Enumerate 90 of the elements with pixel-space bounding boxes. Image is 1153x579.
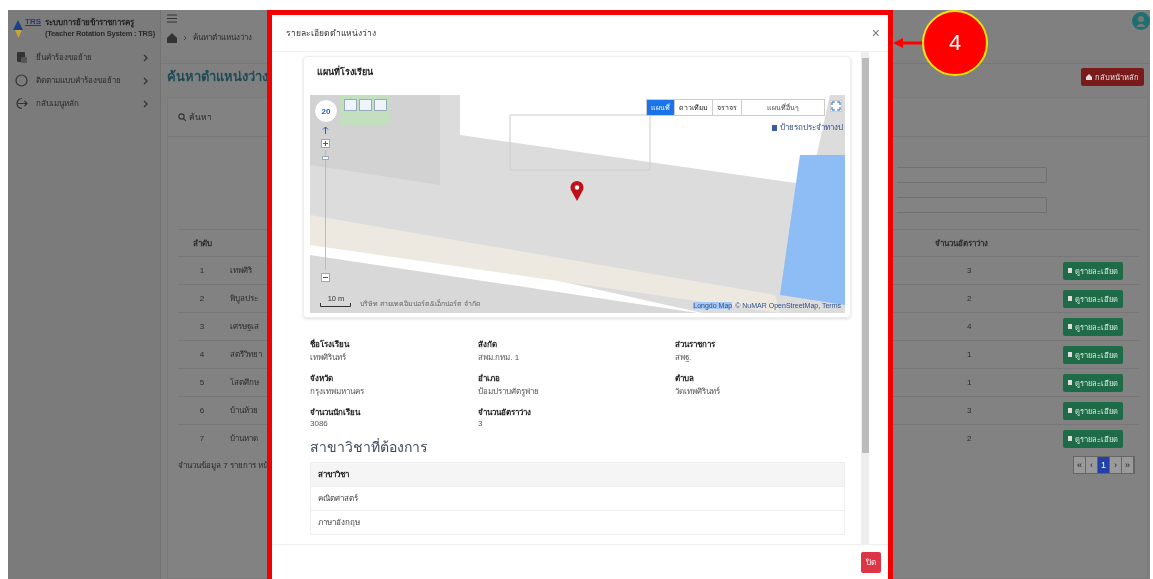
table-cell: พิบูลประ <box>230 294 258 303</box>
chevron-right-icon <box>183 34 187 41</box>
system-name: ระบบการย้ายข้าราชการครู <box>45 17 135 29</box>
table-cell-text: 2 <box>966 294 972 303</box>
document-icon <box>1068 380 1072 385</box>
table-cell-text: 1 <box>966 378 972 387</box>
arrow-icon <box>893 38 922 48</box>
card-title: ค้นหา <box>189 111 212 124</box>
table-cell: 1 <box>178 256 226 285</box>
table-cell: คณิตศาสตร์ <box>310 486 845 511</box>
field-label: ส่วนราชการ <box>675 339 716 351</box>
section-heading: สาขาวิชาที่ต้องการ <box>310 437 429 457</box>
bus-stop-icon <box>772 124 777 131</box>
zoom-out-button[interactable] <box>321 273 330 282</box>
chevron-right-icon <box>143 76 148 85</box>
document-icon <box>15 51 28 64</box>
menu-icon[interactable] <box>167 14 177 23</box>
document-icon <box>1068 352 1072 357</box>
place-label: ป้ายรถประจำทางป <box>780 122 843 134</box>
close-button[interactable]: × <box>871 26 880 40</box>
table-cell-text: 4 <box>966 322 972 331</box>
table-cell-text: 3 <box>966 266 972 275</box>
table-cell: 6 <box>178 396 226 425</box>
document-icon <box>1068 408 1072 413</box>
field-value: วัดเทพศิรินทร์ <box>675 386 721 398</box>
table-cell: 3 <box>178 312 226 341</box>
table-cell-text: 2 <box>966 434 972 443</box>
field-value: สพฐ. <box>675 352 693 364</box>
table-cell: 4 <box>178 340 226 369</box>
page-title: ค้นหาตำแหน่งว่าง <box>167 68 268 86</box>
north-arrow-icon[interactable] <box>321 126 330 135</box>
exit-icon <box>15 97 28 110</box>
field-value: 3086 <box>310 419 329 428</box>
modal-title: รายละเอียดตำแหน่งว่าง <box>286 27 376 40</box>
pagination-button[interactable]: ‹ <box>1086 457 1098 473</box>
pagination-button[interactable]: › <box>1110 457 1122 473</box>
table-cell: 2 <box>178 284 226 313</box>
column-header: จำนวนอัตราว่าง <box>935 229 1059 257</box>
home-icon <box>167 32 177 43</box>
card-title: แผนที่โรงเรียน <box>317 65 374 79</box>
map-pin-icon <box>570 181 584 201</box>
table-cell: บ้านห้วย <box>230 406 258 415</box>
avatar-icon[interactable] <box>1132 12 1150 30</box>
field-label: จังหวัด <box>310 373 334 385</box>
close-button[interactable]: ปิด <box>861 551 881 573</box>
table-cell: สตรีวิทยา <box>230 350 262 359</box>
column-header: สาขาวิชา <box>310 462 845 487</box>
sidebar-item[interactable]: กลับเมนูหลัก <box>11 92 156 115</box>
scale-bar <box>320 303 351 307</box>
table-cell: ภาษาอังกฤษ <box>310 510 845 535</box>
document-icon <box>1068 436 1072 441</box>
table-cell-text: 3 <box>966 406 972 415</box>
document-icon <box>1068 296 1072 301</box>
table-cell: 7 <box>178 424 226 452</box>
field-label: สังกัด <box>478 339 498 351</box>
sidebar-item[interactable]: ยื่นคำร้องขอย้าย <box>11 46 156 69</box>
field-label: จำนวนนักเรียน <box>310 407 362 419</box>
table-cell: บ้านหาด <box>230 434 258 443</box>
field-value: สพม.กทม. 1 <box>478 352 521 364</box>
field-label: ตำบล <box>675 373 695 385</box>
chevron-right-icon <box>143 99 148 108</box>
table-cell: เศรษฐเส <box>230 322 259 331</box>
table-cell: โสตศึกษ <box>230 378 259 387</box>
table-cell-text: 1 <box>966 350 972 359</box>
document-icon <box>1068 268 1072 273</box>
pagination-button[interactable]: » <box>1122 457 1134 473</box>
field-value: ป้อมปราบศัตรูพ่าย <box>478 386 540 398</box>
field-value: เทพศิรินทร์ <box>310 352 347 364</box>
search-icon <box>178 113 186 121</box>
table-cell: 5 <box>178 368 226 397</box>
field-label: อำเภอ <box>478 373 501 385</box>
chevron-right-icon <box>143 53 148 62</box>
field-label: จำนวนอัตราว่าง <box>478 407 532 419</box>
search-icon <box>15 74 28 87</box>
logo-text: TRS <box>25 16 41 26</box>
field-label: ชื่อโรงเรียน <box>310 338 351 351</box>
document-icon <box>1068 324 1072 329</box>
home-icon <box>1086 73 1092 80</box>
zoom-in-button[interactable] <box>321 139 330 148</box>
fullscreen-icon[interactable] <box>830 100 842 112</box>
sidebar-item[interactable]: ติดตามแบบคำร้องขอย้าย <box>11 69 156 92</box>
pagination-button[interactable]: 1 <box>1098 457 1110 473</box>
field-value: กรุงเทพมหานคร <box>310 386 365 398</box>
column-header: ลำดับ <box>178 229 226 257</box>
field-value: 3 <box>478 419 484 428</box>
breadcrumb-item[interactable]: ค้นหาตำแหน่งว่าง <box>193 31 252 44</box>
pagination-button[interactable]: « <box>1074 457 1086 473</box>
scrollbar[interactable] <box>861 52 869 544</box>
table-cell: เทพศิริ <box>230 266 252 275</box>
slider-thumb[interactable] <box>322 155 329 160</box>
